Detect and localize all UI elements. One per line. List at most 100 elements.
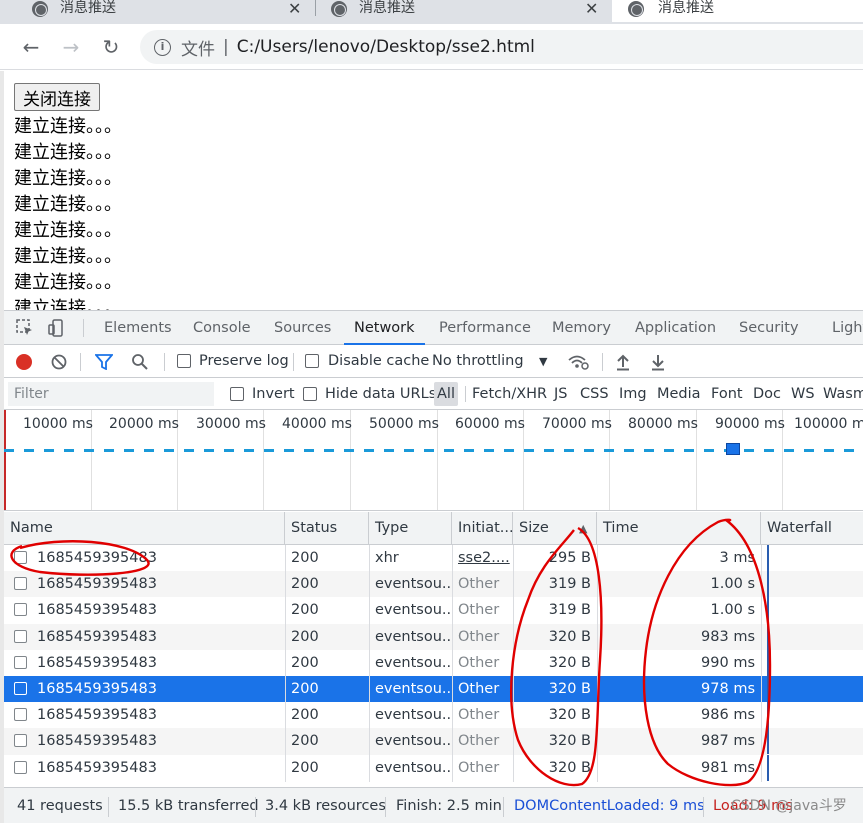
column-header-type[interactable]: Type — [369, 512, 452, 545]
cell-initiator: Other — [458, 707, 500, 724]
forward-icon[interactable]: → — [58, 34, 84, 60]
table-row[interactable]: 1685459395483 200 xhr sse2.... 295 B 3 ms — [4, 545, 863, 571]
message-line: 建立连接。。。 — [14, 142, 122, 163]
tab-performance[interactable]: Performance — [439, 311, 531, 345]
chevron-down-icon[interactable]: ▼ — [539, 345, 547, 378]
preserve-log-checkbox[interactable] — [177, 354, 191, 368]
close-connection-button[interactable]: 关闭连接 — [14, 83, 100, 111]
cell-time: 990 ms — [701, 654, 755, 671]
request-type-icon — [14, 760, 27, 774]
message-line: 建立连接。。。 — [14, 168, 122, 189]
waterfall-bar — [767, 597, 769, 624]
message-line: 建立连接。。。 — [14, 298, 122, 311]
table-row[interactable]: 1685459395483 200 eventsou... Other 320 B 986… — [4, 702, 863, 729]
browser-tab-2[interactable]: 消息推送 ✕ — [331, 0, 598, 22]
page-content: 关闭连接 建立连接。。。 建立连接。。。 建立连接。。。 建立连接。。。 建立连… — [0, 71, 863, 311]
cell-type: xhr — [375, 550, 399, 566]
filter-type-wasm[interactable]: Wasm — [820, 382, 863, 406]
tab-lighthouse[interactable]: Light — [832, 311, 863, 345]
filter-type-all[interactable]: All — [434, 382, 458, 406]
column-header-size[interactable]: Size ▲ — [513, 512, 597, 545]
tab-memory[interactable]: Memory — [552, 311, 611, 345]
import-har-icon[interactable] — [615, 353, 631, 371]
request-type-icon — [14, 682, 27, 695]
filter-type-css[interactable]: CSS — [577, 382, 612, 406]
column-divider — [761, 545, 762, 782]
status-divider — [703, 797, 704, 817]
cell-initiator: Other — [458, 654, 500, 671]
cell-initiator[interactable]: sse2.... — [452, 545, 513, 571]
filter-type-font[interactable]: Font — [708, 382, 746, 406]
toolbar-divider — [164, 353, 165, 371]
table-row[interactable]: 1685459395483 200 eventsou... Other 319 B 1.0… — [4, 597, 863, 624]
cell-size: 320 B — [548, 681, 591, 697]
cell-name: 1685459395483 — [37, 576, 157, 593]
browser-tab-1[interactable]: 消息推送 ✕ — [32, 0, 301, 22]
message-line: 建立连接。。。 — [14, 272, 122, 293]
tab-application[interactable]: Application — [635, 311, 716, 345]
cell-type: eventsou... — [375, 628, 452, 645]
hide-data-urls-checkbox[interactable] — [303, 387, 317, 401]
filter-divider — [465, 386, 466, 402]
filter-type-doc[interactable]: Doc — [750, 382, 784, 406]
browser-tab-3[interactable]: 消息推送 — [612, 0, 863, 22]
cell-type: eventsou... — [375, 576, 452, 593]
tab-elements[interactable]: Elements — [104, 311, 172, 345]
table-row[interactable]: 1685459395483 200 eventsou... Other 320 B 978… — [4, 676, 863, 703]
tab-sources[interactable]: Sources — [274, 311, 331, 345]
tab-console[interactable]: Console — [193, 311, 251, 345]
table-row[interactable]: 1685459395483 200 eventsou... Other 320 B 987… — [4, 728, 863, 755]
network-overview[interactable]: 10000 ms 20000 ms 30000 ms 40000 ms 5000… — [4, 410, 863, 511]
overview-tick-label: 20000 ms — [109, 416, 179, 432]
timeline-start-marker — [4, 410, 6, 510]
filter-input[interactable] — [8, 382, 214, 406]
export-har-icon[interactable] — [650, 353, 666, 371]
filter-type-fetch-xhr[interactable]: Fetch/XHR — [469, 382, 550, 406]
device-toolbar-icon[interactable] — [48, 319, 66, 337]
column-header-initiator[interactable]: Initiat... — [452, 512, 514, 545]
filter-type-img[interactable]: Img — [616, 382, 650, 406]
clear-icon[interactable] — [51, 354, 67, 370]
filter-type-ws[interactable]: WS — [788, 382, 818, 406]
cell-status: 200 — [291, 681, 319, 697]
filter-bar: Invert Hide data URLs All Fetch/XHR JS C… — [4, 378, 863, 410]
close-icon[interactable]: ✕ — [585, 0, 598, 18]
cell-initiator: Other — [458, 733, 500, 750]
table-row[interactable]: 1685459395483 200 eventsou... Other 320 B 983… — [4, 623, 863, 650]
disable-cache-checkbox[interactable] — [305, 354, 319, 368]
column-header-waterfall[interactable]: Waterfall — [761, 512, 863, 545]
column-header-time[interactable]: Time — [597, 512, 761, 545]
tab-network[interactable]: Network — [344, 311, 425, 345]
tab-title: 消息推送 — [359, 0, 415, 16]
table-row[interactable]: 1685459395483 200 eventsou... Other 320 B 990… — [4, 649, 863, 676]
search-icon[interactable] — [131, 353, 149, 371]
tab-security[interactable]: Security — [739, 311, 799, 345]
address-bar[interactable]: i 文件 | C:/Users/lenovo/Desktop/sse2.html — [140, 30, 863, 64]
table-row[interactable]: 1685459395483 200 eventsou... Other 319 B 1.0… — [4, 571, 863, 598]
filter-icon[interactable] — [95, 354, 113, 370]
cell-name: 1685459395483 — [37, 628, 157, 645]
cell-status: 200 — [291, 576, 319, 593]
waterfall-bar — [767, 571, 769, 598]
column-header-status[interactable]: Status — [285, 512, 369, 545]
column-header-name[interactable]: Name — [4, 512, 285, 545]
invert-checkbox[interactable] — [230, 387, 244, 401]
table-row[interactable]: 1685459395483 200 eventsou... Other 320 B 981… — [4, 754, 863, 781]
throttling-select[interactable]: No throttling — [432, 345, 524, 378]
overview-tick-label: 10000 ms — [23, 416, 93, 432]
network-conditions-icon[interactable] — [567, 353, 589, 371]
address-url[interactable]: C:/Users/lenovo/Desktop/sse2.html — [237, 37, 535, 57]
cell-name: 1685459395483 — [37, 759, 157, 776]
reload-icon[interactable]: ↻ — [98, 34, 124, 60]
status-finish: Finish: 2.5 min — [396, 798, 502, 814]
filter-type-js[interactable]: JS — [551, 382, 570, 406]
cell-initiator: Other — [458, 602, 500, 619]
filter-type-media[interactable]: Media — [654, 382, 704, 406]
preserve-log-label: Preserve log — [199, 353, 289, 369]
inspect-element-icon[interactable] — [16, 319, 34, 337]
record-icon[interactable] — [16, 354, 32, 370]
close-icon[interactable]: ✕ — [288, 0, 301, 18]
hide-data-urls-label: Hide data URLs — [325, 386, 437, 402]
back-icon[interactable]: ← — [18, 34, 44, 60]
info-icon[interactable]: i — [154, 38, 171, 56]
